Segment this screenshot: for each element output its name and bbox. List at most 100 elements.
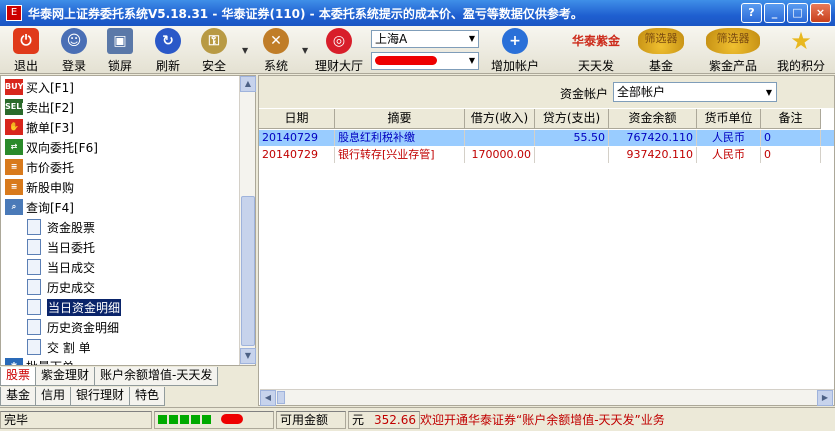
tiantianfa-button[interactable]: 华泰紫金 天天发 [568, 28, 624, 74]
tree-subitem-label: 交 割 单 [47, 340, 91, 355]
document-icon [27, 299, 41, 315]
add-account-button[interactable]: + 增加帐户 [489, 28, 541, 74]
tree-subitem-today-fund-details[interactable]: 当日资金明细 [27, 297, 122, 317]
target-icon: ◎ [326, 28, 352, 54]
window-controls: ? _ □ × [741, 3, 831, 23]
chevron-down-icon: ▼ [765, 88, 772, 97]
tree-item-query[interactable]: ⌕ 查询[F4] [5, 197, 74, 217]
cell-summary: 股息红利税补缴 [335, 130, 465, 146]
scroll-left-button[interactable]: ◀ [260, 390, 276, 406]
tree-item-market-order[interactable]: ≡ 市价委托 [5, 157, 74, 177]
tab-bank-finance[interactable]: 银行理财 [70, 387, 131, 406]
exit-button[interactable]: ⏻ 退出 [5, 28, 47, 74]
market-select[interactable]: 上海A ▼ [371, 30, 479, 48]
security-dropdown-arrow[interactable]: ▼ [242, 46, 248, 55]
minimize-button[interactable]: _ [764, 3, 785, 23]
tree-item-sell[interactable]: SELL 卖出[F2] [5, 97, 74, 117]
security-label: 安全 [201, 59, 226, 73]
column-header-balance[interactable]: 资金余额 [609, 109, 697, 128]
tree-subitem-label: 历史资金明细 [47, 320, 120, 335]
cancel-order-icon: ✋ [5, 119, 23, 135]
tree-subitem-history-fund-details[interactable]: 历史资金明细 [27, 317, 119, 337]
marquee-banner[interactable]: 欢迎开通华泰证券“账户余额增值-天天发”业务 [416, 411, 835, 428]
my-points-label: 我的积分 [776, 59, 825, 73]
tree-subitem-today-orders[interactable]: 当日委托 [27, 237, 95, 257]
user-icon: ☺ [61, 28, 87, 54]
column-header-summary[interactable]: 摘要 [335, 109, 465, 128]
signal-block-icon [191, 414, 200, 424]
close-button[interactable]: × [810, 3, 831, 23]
refresh-label: 刷新 [155, 59, 180, 73]
masked-account-number [375, 56, 437, 65]
tree-item-two-way-order[interactable]: ⇄ 双向委托[F6] [5, 137, 98, 157]
scroll-thumb[interactable] [241, 196, 255, 346]
window-title: 华泰网上证券委托系统V5.18.31 - 华泰证券(110) - 本委托系统提示… [28, 6, 583, 21]
cell-note: 0 [761, 130, 821, 146]
account-select[interactable]: ▼ [371, 52, 479, 70]
tree-subitem-label-selected: 当日资金明细 [47, 298, 122, 316]
document-icon [27, 239, 41, 255]
cell-debit: 170000.00 [465, 147, 535, 163]
system-dropdown-arrow[interactable]: ▼ [302, 46, 308, 55]
zijin-products-button[interactable]: 筛选器 紫金产品 [706, 28, 760, 74]
currency-unit: 元 [352, 413, 365, 427]
lock-screen-button[interactable]: ▣ 锁屏 [99, 28, 141, 74]
scroll-right-button[interactable]: ▶ [817, 390, 833, 406]
nav-tree-scrollbar[interactable]: ▲ ▼ [239, 76, 256, 365]
document-icon [27, 319, 41, 335]
column-header-currency[interactable]: 货币单位 [697, 109, 761, 128]
column-header-debit[interactable]: 借方(收入) [465, 109, 535, 128]
cell-credit [535, 147, 609, 163]
system-button[interactable]: ✕ 系统 [255, 28, 297, 74]
tree-item-buy[interactable]: BUY 买入[F1] [5, 77, 74, 97]
table-row[interactable]: 20140729 银行转存[兴业存管] 170000.00 937420.110… [259, 147, 821, 163]
tab-stocks[interactable]: 股票 [0, 367, 37, 386]
market-order-icon: ≡ [5, 159, 23, 175]
tab-credit[interactable]: 信用 [35, 387, 72, 406]
column-header-date[interactable]: 日期 [259, 109, 335, 128]
my-points-button[interactable]: ★ 我的积分 [774, 28, 828, 74]
key-icon: ⚿ [201, 28, 227, 54]
cell-note: 0 [761, 147, 821, 163]
fund-account-label: 资金帐户 [560, 87, 609, 101]
tab-tiantianfa[interactable]: 账户余额增值-天天发 [94, 367, 219, 386]
add-account-label: 增加帐户 [490, 59, 539, 73]
maximize-button[interactable]: □ [787, 3, 808, 23]
table-row[interactable]: 20140729 股息红利税补缴 55.50 767420.110 人民币 0 [259, 130, 834, 146]
refresh-button[interactable]: ↻ 刷新 [147, 28, 189, 74]
tree-item-ipo[interactable]: ≡ 新股申购 [5, 177, 74, 197]
signal-block-icon [180, 414, 189, 424]
tab-fund[interactable]: 基金 [0, 387, 37, 406]
signal-block-icon [202, 414, 211, 424]
scroll-down-button[interactable]: ▼ [240, 348, 256, 364]
tree-subitem-label: 当日委托 [47, 240, 96, 255]
status-text: 完毕 [0, 410, 152, 429]
tree-subitem-funds-stocks[interactable]: 资金股票 [27, 217, 95, 237]
fund-account-select[interactable]: 全部帐户 ▼ [613, 82, 777, 102]
column-header-note[interactable]: 备注 [761, 109, 821, 128]
tree-item-label: 买入[F1] [26, 80, 74, 95]
zijin-screener-icon: 筛选器 [706, 28, 760, 54]
available-amount-label: 可用金额 [276, 410, 346, 429]
tab-zijin-finance[interactable]: 紫金理财 [35, 367, 96, 386]
security-button[interactable]: ⚿ 安全 [193, 28, 235, 74]
wealth-hall-button[interactable]: ◎ 理财大厅 [314, 28, 364, 74]
tiantianfa-icon: 华泰紫金 [571, 34, 620, 48]
tree-subitem-settlement[interactable]: 交 割 单 [27, 337, 91, 357]
tree-subitem-today-trades[interactable]: 当日成交 [27, 257, 95, 277]
tab-featured[interactable]: 特色 [129, 387, 166, 406]
fund-button[interactable]: 筛选器 基金 [638, 28, 684, 74]
help-button[interactable]: ? [741, 3, 762, 23]
tree-item-cancel[interactable]: ✋ 撤单[F3] [5, 117, 74, 137]
tree-subitem-history-trades[interactable]: 历史成交 [27, 277, 95, 297]
tools-icon: ✕ [263, 28, 289, 54]
scroll-up-button[interactable]: ▲ [240, 76, 256, 92]
document-icon [27, 339, 41, 355]
tree-item-batch-order[interactable]: ✱ 批量下单 [5, 356, 74, 365]
table-horizontal-scrollbar[interactable]: ◀ ▶ [260, 389, 834, 406]
scroll-thumb[interactable] [277, 391, 285, 404]
login-button[interactable]: ☺ 登录 [53, 28, 95, 74]
column-header-credit[interactable]: 贷方(支出) [535, 109, 609, 128]
category-tabs-row1: 股票 紫金理财 账户余额增值-天天发 [0, 367, 256, 386]
chevron-down-icon: ▼ [468, 56, 475, 65]
